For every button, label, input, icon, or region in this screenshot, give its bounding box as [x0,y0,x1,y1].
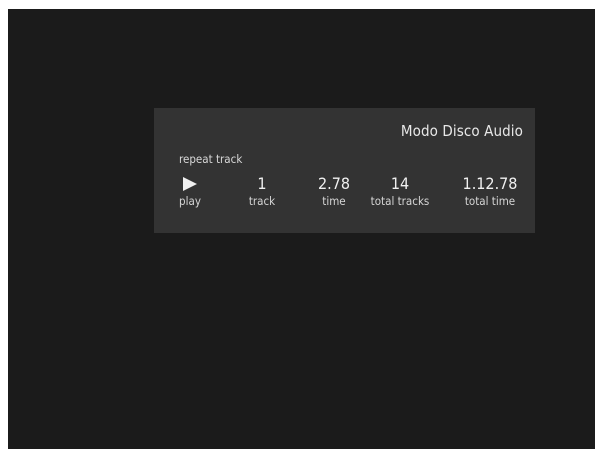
play-button[interactable]: play [176,174,204,208]
play-label: play [179,194,201,208]
repeat-mode-label[interactable]: repeat track [179,152,242,166]
total-tracks-count: 14 [390,174,410,193]
total-time-label: total time [464,194,516,208]
play-icon [183,177,197,191]
total-tracks-label: total tracks [370,194,430,208]
player-panel: Modo Disco Audio repeat track play 1 tra… [154,108,535,233]
player-screen: Modo Disco Audio repeat track play 1 tra… [8,9,595,449]
total-time-value: 1.12.78 [462,174,518,193]
track-number: 1 [257,174,267,193]
track-stat: 1 track [236,174,288,208]
elapsed-time: 2.78 [317,174,351,193]
total-time-stat: 1.12.78 total time [452,174,528,208]
app-title: Modo Disco Audio [400,122,523,140]
total-tracks-stat: 14 total tracks [366,174,434,208]
track-label: track [248,194,276,208]
time-stat: 2.78 time [304,174,364,208]
time-label: time [322,194,346,208]
